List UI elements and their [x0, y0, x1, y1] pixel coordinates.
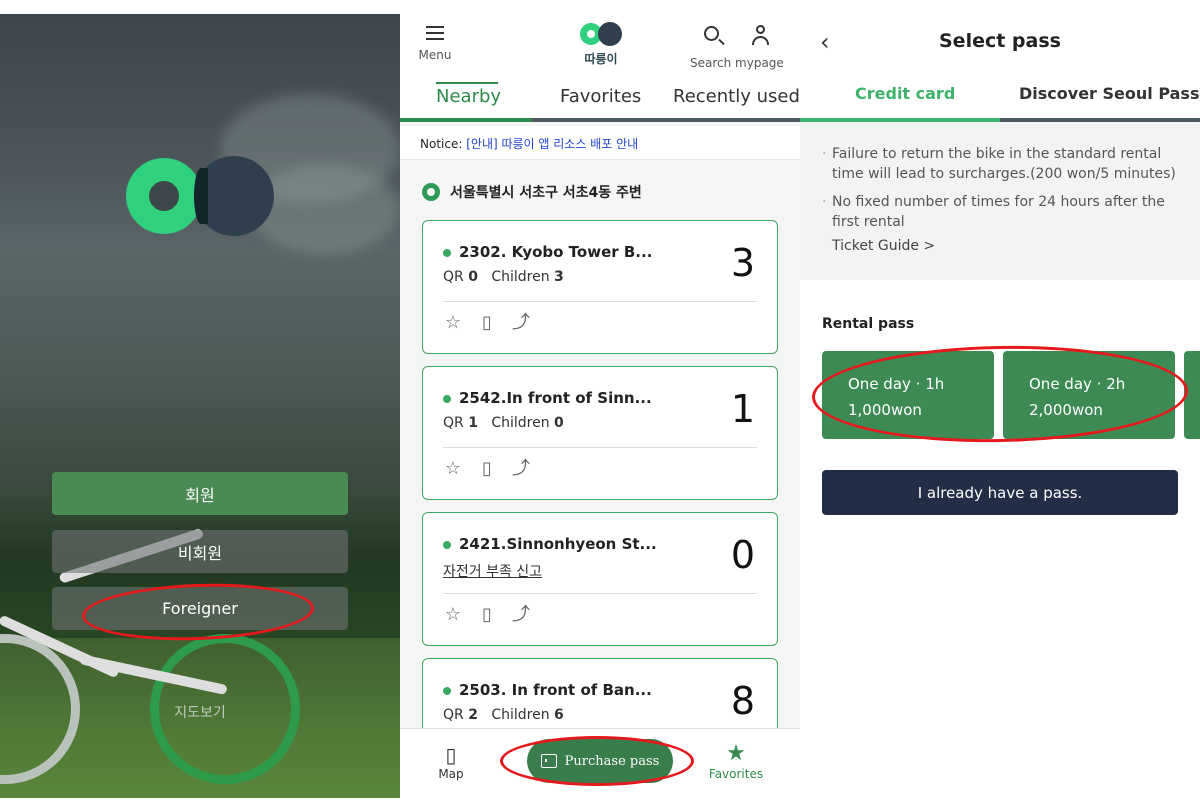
tab-nearby[interactable]: Nearby: [436, 86, 501, 107]
menu-button[interactable]: Menu: [418, 24, 452, 62]
divider: [443, 593, 757, 594]
station-availability: QR 2 Children 6: [443, 707, 564, 723]
notice-label: Notice:: [420, 137, 463, 151]
share-icon[interactable]: ⤴: [511, 605, 531, 625]
station-name: 2421.Sinnonhyeon St...: [459, 535, 657, 553]
status-dot: [443, 249, 451, 257]
foreigner-button[interactable]: Foreigner: [52, 587, 348, 630]
star-icon[interactable]: ☆: [443, 605, 463, 625]
share-icon[interactable]: ⤴: [511, 459, 531, 479]
pass-option-2h[interactable]: One day · 2h 2,000won: [1003, 351, 1175, 439]
tab-favorites[interactable]: Favorites: [560, 86, 641, 107]
person-icon[interactable]: [752, 25, 769, 45]
report-shortage-link[interactable]: 자전거 부족 신고: [443, 561, 542, 581]
station-card[interactable]: 2302. Kyobo Tower B... QR 0 Children 3 3…: [422, 220, 778, 354]
notice-bar: Notice: [안내] 따릉이 앱 리소스 배포 안내: [400, 126, 800, 160]
app-name: 따릉이: [584, 52, 618, 66]
station-card[interactable]: 2542.In front of Sinn... QR 1 Children 0…: [422, 366, 778, 500]
status-dot: [443, 687, 451, 695]
purchase-pass-button[interactable]: Purchase pass: [527, 739, 673, 783]
star-icon[interactable]: ☆: [443, 313, 463, 333]
ticket-icon: [540, 754, 557, 768]
info-item: No fixed number of times for 24 hours af…: [822, 192, 1178, 232]
bottom-nav: ▯ Map Purchase pass ★ Favorites: [400, 728, 800, 798]
map-icon[interactable]: ▯: [477, 605, 497, 625]
ticket-guide-link[interactable]: Ticket Guide >: [822, 238, 1178, 254]
tab-discover-seoul-pass[interactable]: Discover Seoul Pass: [1019, 84, 1199, 103]
pass-duration: One day · 1h: [848, 375, 945, 393]
station-card[interactable]: 2421.Sinnonhyeon St... 자전거 부족 신고 0 ☆ ▯ ⤴: [422, 512, 778, 646]
bike-count: 1: [730, 387, 755, 431]
divider: [443, 301, 757, 302]
bike-count: 0: [730, 533, 755, 577]
nonmember-button[interactable]: 비회원: [52, 530, 348, 573]
search-icon[interactable]: [704, 26, 719, 41]
favorites-nav-label: Favorites: [708, 767, 764, 781]
hamburger-icon: [426, 26, 444, 40]
location-icon: [422, 183, 440, 201]
map-icon[interactable]: ▯: [477, 459, 497, 479]
status-dot: [443, 395, 451, 403]
divider: [443, 447, 757, 448]
star-icon[interactable]: ☆: [443, 459, 463, 479]
member-button[interactable]: 회원: [52, 472, 348, 515]
map-nav-button[interactable]: ▯ Map: [436, 743, 466, 781]
status-dot: [443, 541, 451, 549]
station-availability: QR 1 Children 0: [443, 415, 564, 431]
login-screen: 회원 비회원 Foreigner 지도보기: [0, 14, 400, 798]
already-have-pass-button[interactable]: I already have a pass.: [822, 470, 1178, 515]
view-map-link[interactable]: 지도보기: [0, 702, 400, 722]
pass-option-1h[interactable]: One day · 1h 1,000won: [822, 351, 994, 439]
station-list-screen: Menu 따릉이 Search mypage Nearby Favorites …: [400, 14, 800, 798]
search-mypage-label: Search mypage: [690, 56, 784, 70]
map-nav-label: Map: [438, 767, 464, 781]
page-title: Select pass: [939, 30, 1061, 52]
tab-active-underline: [400, 118, 532, 122]
notice-link[interactable]: [안내] 따릉이 앱 리소스 배포 안내: [466, 137, 638, 151]
pass-duration: One day · 2h: [1029, 375, 1126, 393]
header: Menu 따릉이 Search mypage: [400, 14, 800, 82]
map-icon[interactable]: ▯: [477, 313, 497, 333]
station-availability: QR 0 Children 3: [443, 269, 564, 285]
station-name: 2542.In front of Sinn...: [459, 389, 652, 407]
purchase-pass-label: Purchase pass: [564, 753, 660, 769]
current-location: 서울특별시 서초구 서초4동 주변: [422, 182, 642, 202]
station-name: 2503. In front of Ban...: [459, 681, 652, 699]
info-box: Failure to return the bike in the standa…: [800, 122, 1200, 280]
map-icon: ▯: [445, 743, 457, 767]
ttareungyi-logo: [126, 156, 274, 236]
favorites-nav-button[interactable]: ★ Favorites: [706, 741, 766, 781]
select-pass-screen: ‹ Select pass Credit card Discover Seoul…: [800, 14, 1200, 798]
bike-count: 8: [730, 679, 755, 723]
bike-count: 3: [730, 241, 755, 285]
tab-recently-used[interactable]: Recently used: [673, 86, 800, 107]
pass-price: 1,000won: [848, 401, 922, 419]
info-item: Failure to return the bike in the standa…: [822, 144, 1178, 184]
pass-price: 2,000won: [1029, 401, 1103, 419]
station-name: 2302. Kyobo Tower B...: [459, 243, 653, 261]
menu-label: Menu: [418, 48, 452, 62]
tab-credit-card[interactable]: Credit card: [855, 84, 955, 103]
tab-indicator: [436, 82, 498, 84]
search-mypage-group: Search mypage: [690, 24, 790, 70]
rental-pass-label: Rental pass: [822, 316, 915, 332]
pass-tab-bar: Credit card Discover Seoul Pass: [800, 74, 1200, 122]
location-text: 서울특별시 서초구 서초4동 주변: [450, 185, 642, 201]
tab-bar: Nearby Favorites Recently used: [400, 82, 800, 122]
star-filled-icon: ★: [726, 741, 746, 766]
share-icon[interactable]: ⤴: [511, 313, 531, 333]
pass-option-partial[interactable]: [1184, 351, 1200, 439]
